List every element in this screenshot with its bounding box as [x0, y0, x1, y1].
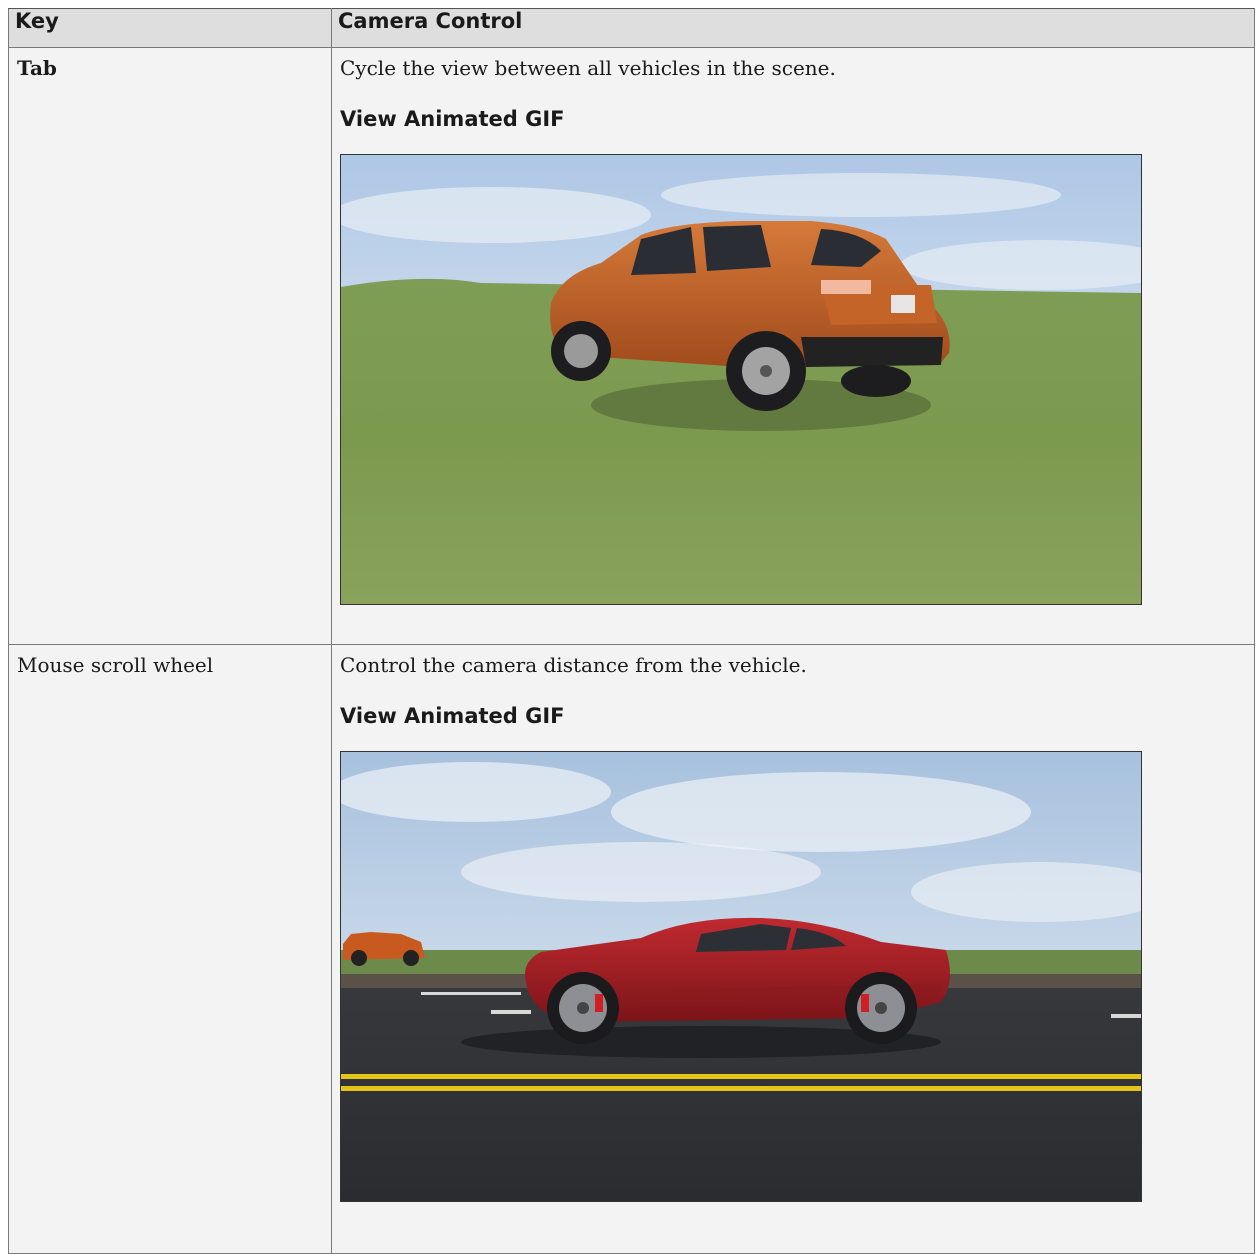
key-label: Tab — [17, 56, 57, 80]
table-row: Tab Cycle the view between all vehicles … — [8, 47, 1255, 645]
orange-suv-image — [340, 154, 1142, 605]
camera-controls-table: Key Camera Control Tab Cycle the view be… — [8, 8, 1255, 1254]
control-cell: Control the camera distance from the veh… — [331, 644, 1255, 1254]
control-cell: Cycle the view between all vehicles in t… — [331, 47, 1255, 645]
control-description: Cycle the view between all vehicles in t… — [340, 56, 836, 80]
key-cell: Tab — [8, 47, 332, 645]
view-animated-gif-link[interactable]: View Animated GIF — [340, 106, 1246, 132]
key-cell: Mouse scroll wheel — [8, 644, 332, 1254]
header-row: Key Camera Control — [8, 8, 1255, 48]
table-row: Mouse scroll wheel Control the camera di… — [8, 644, 1255, 1254]
red-sports-car-image — [340, 751, 1142, 1202]
key-column-header: Key — [8, 8, 332, 48]
view-animated-gif-link[interactable]: View Animated GIF — [340, 703, 1246, 729]
camera-control-column-header: Camera Control — [331, 8, 1255, 48]
key-label: Mouse scroll wheel — [17, 653, 214, 677]
control-description: Control the camera distance from the veh… — [340, 653, 807, 677]
